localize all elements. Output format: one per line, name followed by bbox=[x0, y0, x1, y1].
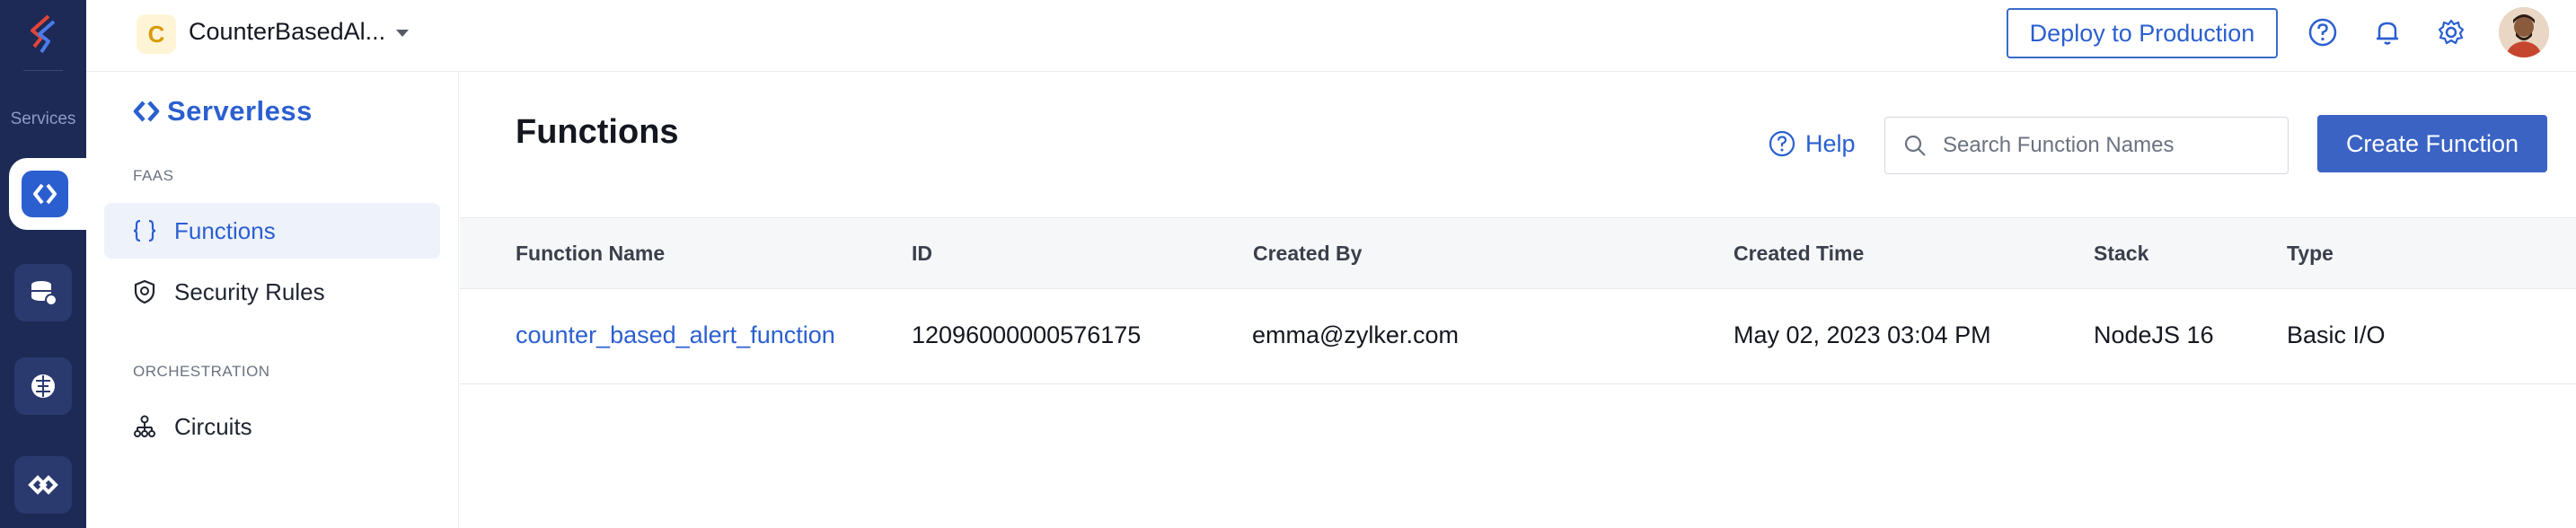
table-header: Function Name ID Created By Created Time… bbox=[460, 217, 2576, 289]
create-function-button[interactable]: Create Function bbox=[2317, 115, 2547, 172]
serverless-icon bbox=[22, 171, 68, 217]
serverless-sidebar: Serverless FAAS Functions Security Rules… bbox=[86, 72, 459, 528]
help-icon bbox=[1769, 130, 1795, 157]
section-faas: FAAS bbox=[133, 167, 174, 184]
top-bar: C CounterBasedAl... Deploy to Production bbox=[86, 0, 2576, 72]
services-rail: Services bbox=[0, 0, 86, 528]
functions-page: Functions Help Create Function Function … bbox=[460, 72, 2576, 528]
sidebar-item-label: Security Rules bbox=[174, 277, 325, 305]
rail-item-integrations[interactable] bbox=[14, 456, 72, 514]
rail-item-cloud-scale[interactable] bbox=[14, 264, 72, 321]
cloud-scale-icon bbox=[31, 281, 57, 306]
deploy-to-production-button[interactable]: Deploy to Production bbox=[2007, 8, 2278, 58]
catalyst-logo-icon[interactable] bbox=[22, 11, 65, 57]
sidebar-title: Serverless bbox=[133, 95, 313, 128]
function-type: Basic I/O bbox=[2287, 321, 2386, 348]
sidebar-item-circuits[interactable]: Circuits bbox=[104, 399, 440, 454]
sidebar-item-security-rules[interactable]: Security Rules bbox=[104, 264, 440, 320]
sidebar-item-functions[interactable]: Functions bbox=[104, 203, 440, 259]
sidebar-item-label: Functions bbox=[174, 216, 276, 244]
rail-divider bbox=[23, 70, 63, 71]
gear-icon[interactable] bbox=[2435, 16, 2467, 48]
created-time: May 02, 2023 03:04 PM bbox=[1734, 321, 1991, 348]
help-icon[interactable] bbox=[2307, 16, 2339, 48]
search-input[interactable] bbox=[1943, 133, 2284, 158]
column-header-created-by[interactable]: Created By bbox=[1253, 242, 1362, 266]
bell-icon[interactable] bbox=[2371, 16, 2404, 48]
column-header-created-time[interactable]: Created Time bbox=[1734, 242, 1864, 266]
column-header-stack[interactable]: Stack bbox=[2094, 242, 2148, 266]
column-header-id[interactable]: ID bbox=[912, 242, 932, 266]
sidebar-title-label: Serverless bbox=[167, 95, 313, 127]
braces-icon bbox=[131, 217, 158, 244]
ai-brain-icon bbox=[31, 374, 55, 398]
column-header-type[interactable]: Type bbox=[2287, 242, 2333, 266]
sidebar-item-label: Circuits bbox=[174, 412, 252, 440]
function-id: 12096000000576175 bbox=[912, 321, 1142, 348]
rail-item-serverless[interactable] bbox=[9, 158, 86, 230]
shield-icon bbox=[131, 278, 158, 305]
app-window: Services C CounterBasedAl... Deploy to P… bbox=[0, 0, 2576, 528]
table-row[interactable]: counter_based_alert_function 12096000000… bbox=[460, 289, 2576, 384]
help-label: Help bbox=[1805, 129, 1856, 157]
search-field[interactable] bbox=[1884, 117, 2289, 174]
rail-services-label: Services bbox=[10, 110, 76, 128]
project-selector[interactable]: CounterBasedAl... bbox=[189, 18, 385, 46]
link-icon bbox=[28, 475, 58, 495]
hierarchy-icon bbox=[131, 413, 158, 440]
serverless-icon bbox=[133, 101, 160, 122]
rail-item-ai[interactable] bbox=[14, 357, 72, 415]
column-header-function-name[interactable]: Function Name bbox=[516, 242, 665, 266]
created-by: emma@zylker.com bbox=[1252, 321, 1459, 348]
user-avatar[interactable] bbox=[2499, 7, 2549, 57]
stack: NodeJS 16 bbox=[2094, 321, 2214, 348]
section-orchestration: ORCHESTRATION bbox=[133, 363, 270, 380]
search-icon bbox=[1904, 135, 1926, 156]
project-avatar[interactable]: C bbox=[137, 14, 176, 54]
chevron-down-icon[interactable] bbox=[394, 28, 410, 39]
function-name-link[interactable]: counter_based_alert_function bbox=[516, 321, 835, 349]
help-link[interactable]: Help bbox=[1768, 129, 1856, 158]
page-title: Functions bbox=[516, 113, 679, 151]
functions-table: Function Name ID Created By Created Time… bbox=[460, 217, 2576, 384]
